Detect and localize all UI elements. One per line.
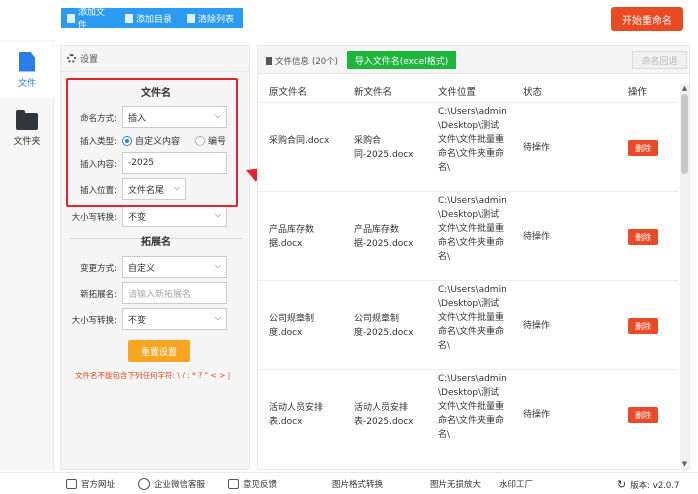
footer: 官方网址 企业微信客服 意见反馈 图片格式转换 图片无损放大 水印工厂 ↻ 版本… <box>0 472 698 494</box>
wechat-support-link[interactable]: 企业微信客服 <box>138 478 205 490</box>
scroll-down-icon[interactable]: ▼ <box>680 460 689 469</box>
scroll-up-icon[interactable]: ▲ <box>680 84 689 93</box>
file-path: C:\Users\admin\Desktop\测试文件\文件批量重命名\文件夹重… <box>438 107 507 173</box>
import-filenames-button[interactable]: 导入文件名(excel格式) <box>347 51 456 69</box>
feedback-link[interactable]: 意见反馈 <box>228 478 277 490</box>
table-row: 活动人员安排表.docx 活动人员安排表-2025.docx C:\Users\… <box>258 369 678 458</box>
wechat-support-label: 企业微信客服 <box>154 480 206 490</box>
status-text: 待操作 <box>523 321 551 331</box>
file-count: (20个) <box>312 57 338 67</box>
original-filename: 产品库存数据.docx <box>269 225 315 249</box>
file-info-text: 文件信息 <box>275 57 310 67</box>
original-filename: 活动人员安排表.docx <box>269 403 324 427</box>
column-header-path: 文件位置 <box>438 87 477 98</box>
new-filename: 产品库存数据-2025.docx <box>354 225 414 249</box>
delete-button[interactable]: 删除 <box>628 318 658 334</box>
column-header-action: 操作 <box>628 87 648 98</box>
original-filename: 采购合同.docx <box>269 136 330 146</box>
website-link[interactable]: 官方网址 <box>66 478 115 490</box>
file-list-panel: 文件信息 (20个) 导入文件名(excel格式) 命名回退 原文件名 新文件名… <box>257 45 690 470</box>
new-filename: 采购合同-2025.docx <box>354 136 414 160</box>
delete-button[interactable]: 删除 <box>628 407 658 423</box>
refresh-icon: ↻ <box>617 478 627 491</box>
table-row: 采购合同.docx 采购合同-2025.docx C:\Users\admin\… <box>258 102 678 191</box>
status-text: 待操作 <box>523 143 551 153</box>
new-filename: 公司规章制度-2025.docx <box>354 314 414 338</box>
column-header-original: 原文件名 <box>269 87 308 98</box>
website-label: 官方网址 <box>81 480 116 490</box>
file-info-label: 文件信息 (20个) <box>266 55 338 67</box>
status-text: 待操作 <box>523 232 551 242</box>
scroll-thumb[interactable] <box>681 94 688 174</box>
document-icon <box>266 57 272 65</box>
image-convert-link[interactable]: 图片格式转换 <box>332 478 383 490</box>
status-text: 待操作 <box>523 410 551 420</box>
watermark-link[interactable]: 水印工厂 <box>499 478 533 490</box>
file-path: C:\Users\admin\Desktop\测试文件\文件批量重命名\文件夹重… <box>438 285 507 351</box>
file-path: C:\Users\admin\Desktop\测试文件\文件批量重命名\文件夹重… <box>438 374 507 440</box>
image-enlarge-link[interactable]: 图片无损放大 <box>430 478 481 490</box>
column-header-status: 状态 <box>523 87 543 98</box>
delete-button[interactable]: 删除 <box>628 140 658 156</box>
file-list-header: 文件信息 (20个) 导入文件名(excel格式) 命名回退 <box>258 46 689 74</box>
new-filename: 活动人员安排表-2025.docx <box>354 403 414 427</box>
browser-icon <box>66 479 77 489</box>
file-path: C:\Users\admin\Desktop\测试文件\文件批量重命名\文件夹重… <box>438 196 507 262</box>
vertical-scrollbar[interactable]: ▲ ▼ <box>680 84 689 469</box>
version-info[interactable]: ↻ 版本: v2.0.7 <box>617 478 679 491</box>
feedback-icon <box>228 479 239 489</box>
table-row: 产品库存数据.docx 产品库存数据-2025.docx C:\Users\ad… <box>258 191 678 280</box>
feedback-label: 意见反馈 <box>243 480 278 490</box>
column-header-new: 新文件名 <box>354 87 393 98</box>
delete-button[interactable]: 删除 <box>628 229 658 245</box>
version-label: 版本: v2.0.7 <box>630 480 680 491</box>
original-filename: 公司规章制度.docx <box>269 314 315 338</box>
chat-icon <box>138 478 150 490</box>
table-row: 公司规章制度.docx 公司规章制度-2025.docx C:\Users\ad… <box>258 280 678 369</box>
rollback-button[interactable]: 命名回退 <box>632 51 687 69</box>
